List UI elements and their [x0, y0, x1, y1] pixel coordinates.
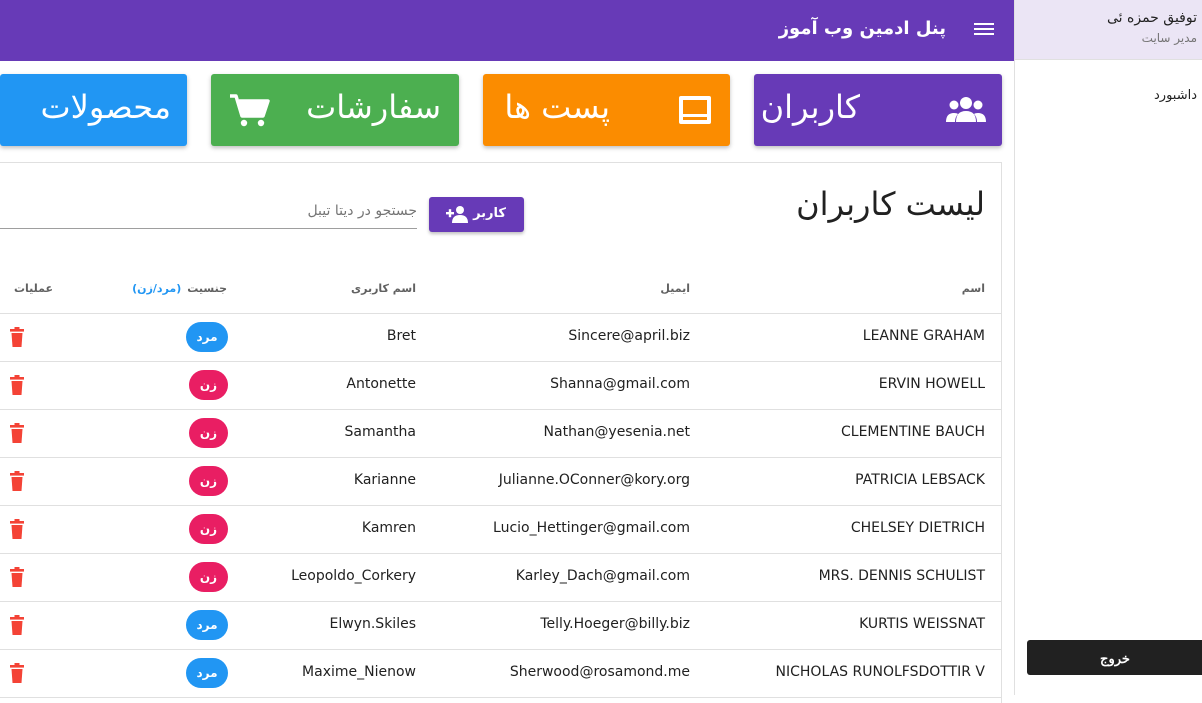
column-header-username[interactable]: اسم کاربری [351, 282, 416, 295]
user-username-cell: Elwyn.Skiles [329, 616, 416, 632]
table-row: LEANNE GRAHAM Sincere@april.biz Bret مرد [0, 314, 1001, 362]
add-user-label: کاربر [473, 206, 506, 221]
gender-badge: زن [189, 370, 228, 400]
user-name-cell: LEANNE GRAHAM [862, 328, 985, 344]
column-header-gender[interactable]: جنسیت (مرد/زن) [132, 282, 227, 295]
app-bar: پنل ادمین وب آموز [0, 0, 1014, 61]
posts-card-label: پست ها [504, 88, 610, 126]
user-profile: توفیق حمزه ئی مدیر سایت [1015, 0, 1202, 60]
user-username-cell: Samantha [344, 424, 417, 440]
gender-badge: زن [189, 562, 228, 592]
delete-icon[interactable] [9, 567, 25, 587]
gender-badge: زن [189, 514, 228, 544]
products-card-label: محصولات [40, 88, 171, 126]
user-username-cell: Leopoldo_Corkery [291, 568, 416, 584]
delete-icon[interactable] [9, 327, 25, 347]
menu-icon[interactable] [974, 20, 996, 40]
users-card-label: کاربران [760, 88, 860, 126]
add-user-button[interactable]: کاربر [429, 197, 524, 232]
gender-badge: مرد [186, 610, 228, 640]
gender-badge: زن [189, 466, 228, 496]
delete-icon[interactable] [9, 519, 25, 539]
app-title: پنل ادمین وب آموز [778, 18, 946, 39]
users-list-card: لیست کاربران کاربر اسم ایمیل اسم کاربری … [0, 162, 1002, 703]
user-name-cell: MRS. DENNIS SCHULIST [818, 568, 985, 584]
table-row: CLEMENTINE BAUCH Nathan@yesenia.net Samant… [0, 410, 1001, 458]
user-name-cell: ERVIN HOWELL [878, 376, 985, 392]
cart-icon [230, 94, 270, 127]
user-email-cell: Nathan@yesenia.net [543, 424, 690, 440]
user-username-cell: Bret [386, 328, 416, 344]
gender-badge: زن [189, 418, 228, 448]
user-email-cell: Julianne.OConner@kory.org [498, 472, 690, 488]
table-row: ERVIN HOWELL Shanna@gmail.com Antonette زن [0, 362, 1001, 410]
column-header-name[interactable]: اسم [962, 282, 985, 295]
gender-header-label: جنسیت [187, 282, 227, 295]
logout-button[interactable]: خروج [1027, 640, 1202, 675]
gender-badge: مرد [186, 658, 228, 688]
orders-card[interactable]: سفارشات [211, 74, 459, 146]
gender-badge: مرد [186, 322, 228, 352]
user-name-cell: NICHOLAS RUNOLFSDOTTIR V [775, 664, 985, 680]
table-row: CHELSEY DIETRICH Lucio_Hettinger@gmail.co… [0, 506, 1001, 554]
table-header: اسم ایمیل اسم کاربری جنسیت (مرد/زن) عملیا… [0, 267, 1001, 314]
user-email-cell: Telly.Hoeger@billy.biz [540, 616, 690, 632]
nav-item-dashboard[interactable]: داشبورد [1154, 88, 1197, 103]
delete-icon[interactable] [9, 423, 25, 443]
user-name: توفیق حمزه ئی [1107, 10, 1197, 26]
user-username-cell: Kamren [361, 520, 416, 536]
users-card[interactable]: کاربران [754, 74, 1002, 146]
products-card[interactable]: محصولات [0, 74, 187, 146]
orders-card-label: سفارشات [306, 88, 441, 126]
user-name-cell: CLEMENTINE BAUCH [841, 424, 985, 440]
table-row: PATRICIA LEBSACK Julianne.OConner@kory.or… [0, 458, 1001, 506]
user-email-cell: Sincere@april.biz [568, 328, 690, 344]
column-header-email[interactable]: ایمیل [660, 282, 690, 295]
user-email-cell: Karley_Dach@gmail.com [515, 568, 690, 584]
list-title: لیست کاربران [796, 185, 985, 223]
user-email-cell: Lucio_Hettinger@gmail.com [493, 520, 690, 536]
user-email-cell: Shanna@gmail.com [550, 376, 690, 392]
delete-icon[interactable] [9, 663, 25, 683]
user-username-cell: Karianne [353, 472, 416, 488]
table-row: MRS. DENNIS SCHULIST Karley_Dach@gmail.co… [0, 554, 1001, 602]
column-header-actions: عملیات [14, 282, 54, 295]
user-role: مدیر سایت [1141, 31, 1197, 45]
search-input[interactable] [7, 196, 417, 226]
person-add-icon [446, 206, 468, 223]
search-field [0, 196, 417, 229]
delete-icon[interactable] [9, 471, 25, 491]
user-name-cell: PATRICIA LEBSACK [855, 472, 985, 488]
group-icon [946, 97, 986, 122]
delete-icon[interactable] [9, 615, 25, 635]
navigation-drawer: توفیق حمزه ئی مدیر سایت داشبورد خروج [1014, 0, 1202, 695]
posts-card[interactable]: پست ها [483, 74, 730, 146]
delete-icon[interactable] [9, 375, 25, 395]
user-name-cell: CHELSEY DIETRICH [850, 520, 985, 536]
user-username-cell: Antonette [346, 376, 416, 392]
gender-header-hint: (مرد/زن) [132, 282, 182, 295]
user-username-cell: Maxime_Nienow [302, 664, 416, 680]
table-row: NICHOLAS RUNOLFSDOTTIR V Sherwood@rosamon… [0, 650, 1001, 698]
table-row: KURTIS WEISSNAT Telly.Hoeger@billy.biz Elw… [0, 602, 1001, 650]
user-name-cell: KURTIS WEISSNAT [859, 616, 985, 632]
article-icon [679, 96, 711, 124]
user-email-cell: Sherwood@rosamond.me [509, 664, 690, 680]
